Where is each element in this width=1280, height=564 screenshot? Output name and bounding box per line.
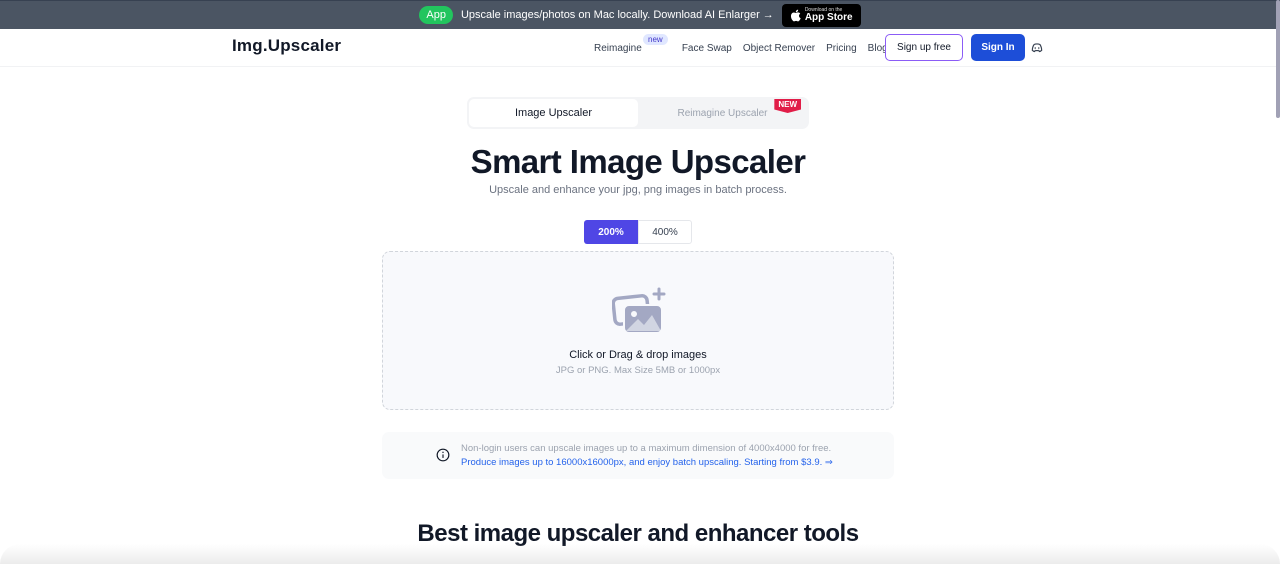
- dropzone-main-text: Click or Drag & drop images: [569, 349, 707, 361]
- bottom-fade: [0, 544, 1280, 564]
- new-badge: new: [643, 33, 668, 45]
- page-title: Smart Image Upscaler: [470, 143, 806, 180]
- nav-link-pricing[interactable]: Pricing: [826, 43, 857, 54]
- upload-dropzone[interactable]: Click or Drag & drop images JPG or PNG. …: [382, 251, 894, 410]
- discord-icon[interactable]: [1030, 41, 1044, 55]
- nav-link-face-swap[interactable]: Face Swap: [682, 43, 732, 54]
- info-icon: [436, 448, 450, 462]
- nav-links: Reimagine new Face Swap Object Remover P…: [594, 29, 899, 67]
- pricing-link[interactable]: Produce images up to 16000x16000px, and …: [461, 457, 833, 468]
- login-notice: Non-login users can upscale images up to…: [382, 432, 894, 479]
- scale-400-button[interactable]: 400%: [638, 220, 692, 244]
- logo[interactable]: Img.Upscaler: [232, 36, 341, 56]
- appstore-big-text: App Store: [804, 12, 853, 23]
- apple-icon: [790, 9, 801, 21]
- tab-label: Reimagine Upscaler: [677, 107, 768, 119]
- tab-image-upscaler[interactable]: Image Upscaler: [469, 99, 638, 127]
- nav-link-object-remover[interactable]: Object Remover: [743, 43, 815, 54]
- nav-link-reimagine[interactable]: Reimagine new: [594, 33, 668, 54]
- scrollbar[interactable]: [1276, 0, 1280, 118]
- app-badge: App: [419, 6, 453, 24]
- nav-link-label: Reimagine: [594, 42, 642, 54]
- scale-toggle: 200% 400%: [584, 220, 692, 244]
- scale-200-button[interactable]: 200%: [584, 220, 638, 244]
- new-flag: NEW: [774, 99, 801, 113]
- promo-banner[interactable]: App Upscale images/photos on Mac locally…: [0, 0, 1280, 29]
- page-subtitle: Upscale and enhance your jpg, png images…: [489, 184, 787, 196]
- sign-up-button[interactable]: Sign up free: [885, 34, 963, 61]
- tab-reimagine-upscaler[interactable]: Reimagine Upscaler NEW: [638, 99, 807, 127]
- navbar: Img.Upscaler Reimagine new Face Swap Obj…: [0, 29, 1280, 67]
- notice-text: Non-login users can upscale images up to…: [461, 443, 832, 454]
- add-images-icon: [612, 287, 666, 334]
- dropzone-sub-text: JPG or PNG. Max Size 5MB or 1000px: [555, 365, 721, 376]
- sign-in-button[interactable]: Sign In: [971, 34, 1025, 61]
- mode-tabs: Image Upscaler Reimagine Upscaler NEW: [467, 97, 809, 129]
- promo-text[interactable]: Upscale images/photos on Mac locally. Do…: [461, 9, 774, 21]
- app-store-button[interactable]: Download on the App Store: [781, 3, 861, 27]
